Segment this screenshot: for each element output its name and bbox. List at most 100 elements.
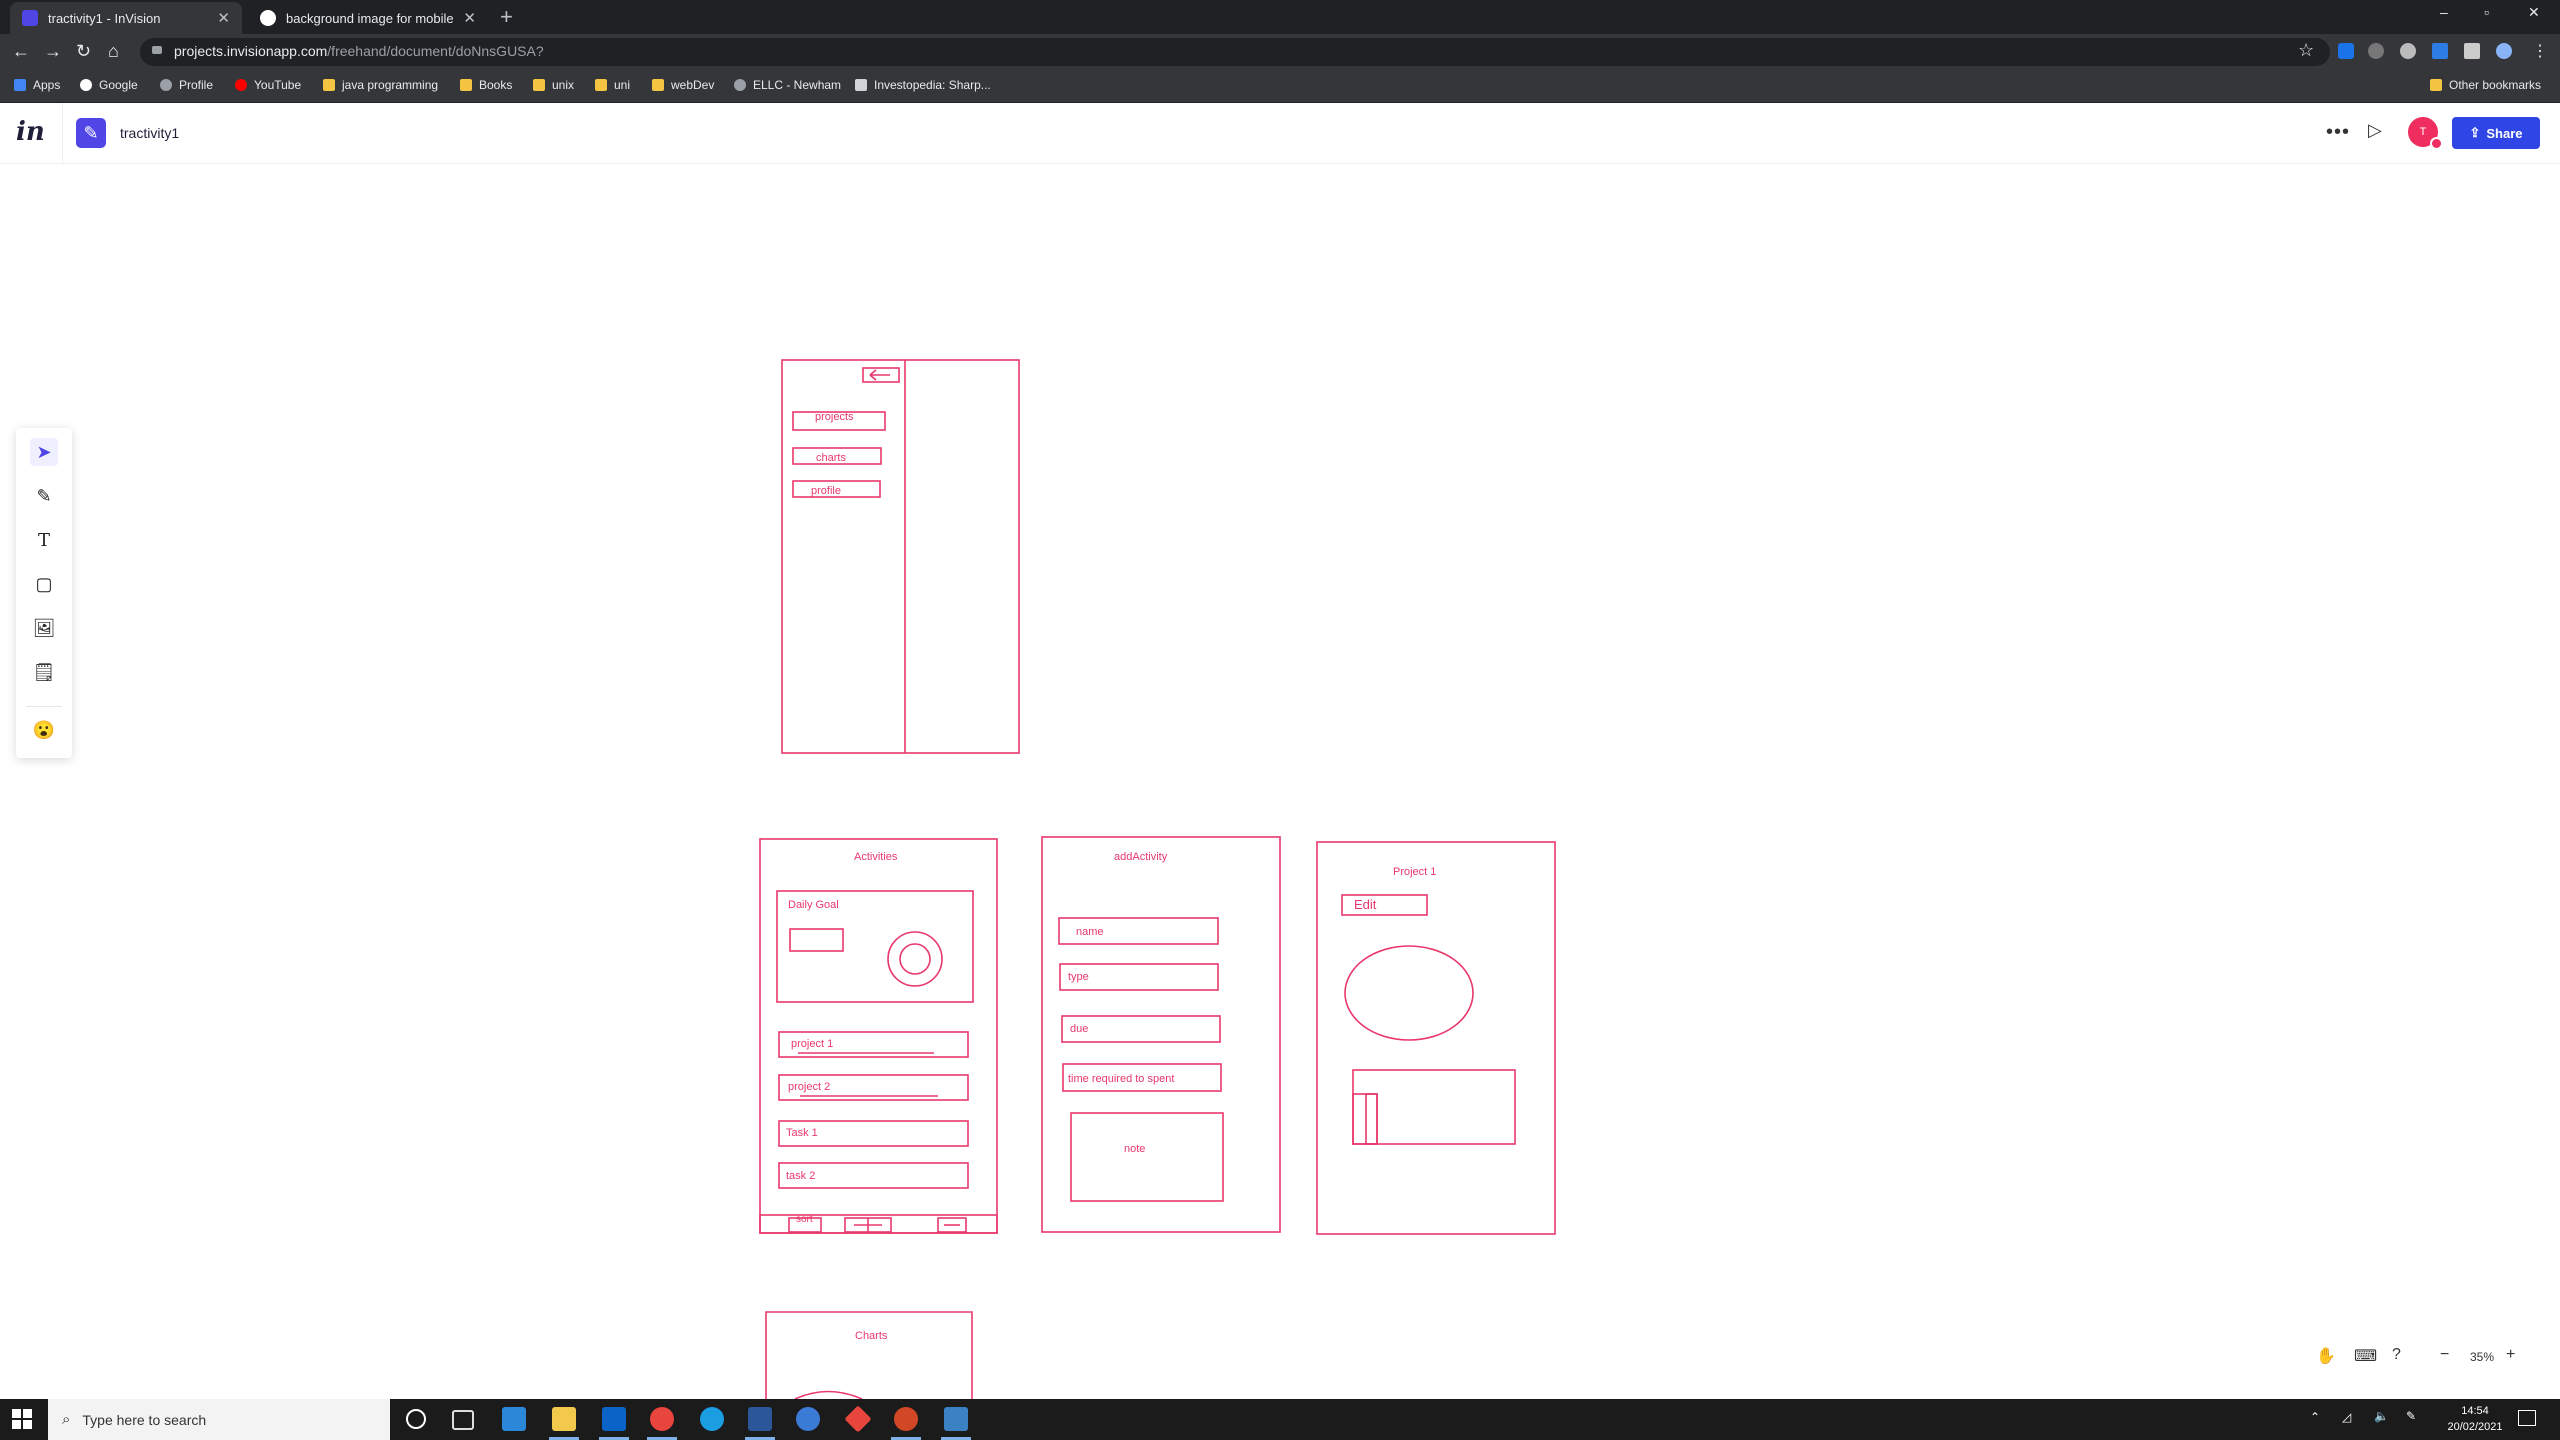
field-label: due [1070, 1023, 1088, 1035]
tab-tractivity1[interactable]: tractivity1 - InVision ✕ [10, 2, 242, 34]
extension-icon[interactable] [2432, 43, 2448, 59]
note-label: note [1124, 1143, 1145, 1155]
volume-icon[interactable]: 🔈 [2374, 1409, 2389, 1423]
windows-taskbar: ⌕ Type here to search ⌃ ◿ 🔈 ✎ 14:54 20/0… [0, 1399, 2560, 1440]
notifications-icon[interactable] [2518, 1410, 2536, 1426]
close-tab-icon[interactable]: ✕ [463, 9, 476, 27]
drawer-item-charts: charts [816, 452, 846, 464]
folder-icon [323, 79, 335, 91]
minimize-button[interactable]: – [2440, 4, 2448, 20]
search-icon: ⌕ [62, 1411, 71, 1428]
bookmark-unix[interactable]: unix [533, 78, 574, 92]
zoom-out-button[interactable]: − [2440, 1346, 2449, 1364]
daily-goal-label: Daily Goal [788, 899, 839, 911]
puzzle-extensions-icon[interactable] [2464, 43, 2480, 59]
invision-logo[interactable]: in [16, 117, 45, 147]
bookmark-apps[interactable]: Apps [14, 78, 60, 92]
edit-label: Edit [1354, 897, 1377, 912]
present-play-icon[interactable]: ▷ [2368, 120, 2382, 141]
home-button[interactable]: ⌂ [108, 40, 119, 62]
hand-tool-icon[interactable]: ✋ [2316, 1346, 2336, 1366]
close-window-button[interactable]: ✕ [2528, 4, 2540, 21]
bookmark-investopedia[interactable]: Investopedia: Sharp... [855, 78, 991, 92]
bookmark-books[interactable]: Books [460, 78, 512, 92]
close-tab-icon[interactable]: ✕ [217, 9, 230, 27]
app-icon[interactable] [502, 1407, 526, 1431]
bookmark-java-programming[interactable]: java programming [323, 78, 438, 92]
bookmark-youtube[interactable]: YouTube [235, 78, 301, 92]
pen-workspace-icon[interactable]: ✎ [2406, 1409, 2416, 1423]
invision-header: in ✎ tractivity1 ••• ▷ T ⇪ Share [0, 103, 2560, 164]
document-title[interactable]: tractivity1 [120, 125, 179, 141]
windows-start-icon[interactable] [12, 1409, 32, 1429]
freehand-canvas[interactable]: projects charts profile Activities Daily… [0, 164, 2560, 1399]
edge-icon[interactable] [700, 1407, 724, 1431]
network-icon[interactable]: ◿ [2342, 1410, 2351, 1424]
bookmark-profile[interactable]: Profile [160, 78, 213, 92]
lock-icon [152, 46, 162, 54]
bookmark-label: ELLC - Newham [753, 78, 842, 92]
activities-title: Activities [854, 851, 898, 863]
project1-wireframe[interactable] [1316, 841, 1556, 1235]
zoom-in-button[interactable]: + [2506, 1346, 2515, 1364]
bookmark-label: YouTube [254, 78, 302, 92]
extension-icon[interactable] [2338, 43, 2354, 59]
url-text[interactable]: projects.invisionapp.com/freehand/docume… [174, 43, 544, 59]
google-favicon-icon [260, 10, 276, 26]
charts-wireframe[interactable] [765, 1311, 973, 1399]
help-icon[interactable]: ? [2392, 1346, 2401, 1364]
browser-toolbar: ← → ↻ ⌂ projects.invisionapp.com/freehan… [0, 34, 2560, 70]
task-view-icon[interactable] [452, 1410, 474, 1430]
extension-icon[interactable] [2368, 43, 2384, 59]
folder-icon [460, 79, 472, 91]
activity-row-label: project 2 [788, 1081, 830, 1093]
chrome-menu-icon[interactable]: ⋮ [2532, 41, 2548, 61]
word-icon[interactable] [748, 1407, 772, 1431]
bookmark-uni[interactable]: uni [595, 78, 630, 92]
drawer-item-profile: profile [811, 485, 841, 497]
globe-icon [734, 79, 746, 91]
outlook-icon[interactable] [602, 1407, 626, 1431]
chrome-icon[interactable] [650, 1407, 674, 1431]
apps-grid-icon [14, 79, 26, 91]
restore-button[interactable]: ▫ [2484, 4, 2489, 20]
forward-button[interactable]: → [44, 40, 62, 62]
field-label: time required to spent [1068, 1073, 1174, 1085]
invision-favicon-icon [22, 10, 38, 26]
zoom-level[interactable]: 35% [2470, 1350, 2494, 1364]
activity-row-label: project 1 [791, 1038, 833, 1050]
drawer-item-projects: projects [815, 411, 854, 423]
more-options-icon[interactable]: ••• [2326, 121, 2350, 144]
taskbar-clock[interactable]: 14:54 20/02/2021 [2440, 1403, 2510, 1435]
url-host: projects.invisionapp.com [174, 43, 328, 59]
bookmark-webdev[interactable]: webDev [652, 78, 714, 92]
clock-date: 20/02/2021 [2447, 1421, 2503, 1433]
keyboard-shortcuts-icon[interactable]: ⌨ [2354, 1346, 2377, 1366]
freehand-doc-icon: ✎ [76, 118, 106, 148]
file-explorer-icon[interactable] [552, 1407, 576, 1431]
reload-button[interactable]: ↻ [76, 40, 91, 62]
bookmark-star-icon[interactable]: ☆ [2298, 39, 2314, 61]
tab-background-image[interactable]: background image for mobile ap ✕ [248, 2, 488, 34]
bookmark-label: java programming [342, 78, 439, 92]
bookmark-ellc-newham[interactable]: ELLC - Newham [734, 78, 841, 92]
extension-icon[interactable] [2400, 43, 2416, 59]
clock-time: 14:54 [2461, 1405, 2489, 1417]
git-icon[interactable] [844, 1405, 872, 1433]
app-icon[interactable] [796, 1407, 820, 1431]
sort-label: sort [796, 1214, 813, 1225]
share-button[interactable]: ⇪ Share [2452, 117, 2540, 149]
taskbar-search-input[interactable]: ⌕ Type here to search [48, 1399, 390, 1440]
cortana-icon[interactable] [406, 1409, 426, 1429]
new-tab-button[interactable]: + [500, 4, 513, 30]
profile-avatar-icon[interactable] [2496, 43, 2512, 59]
field-label: type [1068, 971, 1089, 983]
bookmark-other[interactable]: Other bookmarks [2430, 78, 2541, 92]
bookmark-google[interactable]: Google [80, 78, 138, 92]
powerpoint-icon[interactable] [894, 1407, 918, 1431]
project1-title: Project 1 [1393, 866, 1436, 878]
back-button[interactable]: ← [12, 40, 30, 62]
bookmark-label: unix [552, 78, 575, 92]
photos-icon[interactable] [944, 1407, 968, 1431]
tray-chevron-icon[interactable]: ⌃ [2310, 1410, 2320, 1424]
